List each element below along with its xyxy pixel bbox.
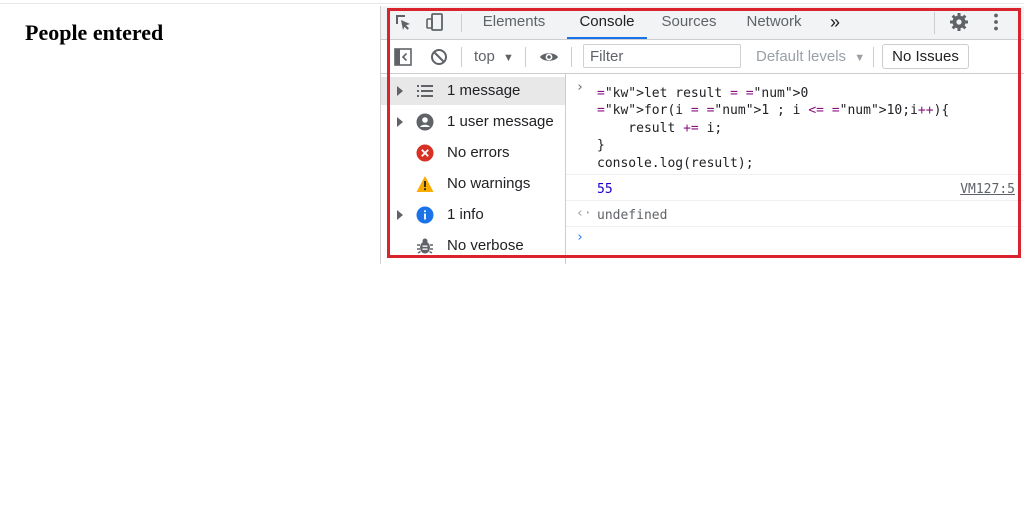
filter-input[interactable]	[583, 44, 741, 68]
error-icon	[416, 144, 434, 162]
dropdown-arrow-icon: ▼	[854, 52, 866, 64]
more-tabs-button[interactable]: »	[825, 6, 845, 39]
toolbar-divider	[461, 14, 462, 32]
sidebar-item-label: No warnings	[447, 175, 531, 192]
sidebar-item-messages[interactable]: 1 message	[381, 77, 565, 105]
tab-network[interactable]: Network	[741, 6, 807, 39]
toolbar-divider	[525, 47, 526, 67]
live-expression-eye-icon[interactable]	[539, 47, 559, 67]
code-line: ="kw">for(i = ="num">1 ; i <= ="num">10;…	[597, 103, 950, 118]
sidebar-item-label: 1 info	[447, 206, 484, 223]
sidebar-item-user-messages[interactable]: 1 user message	[381, 108, 565, 136]
console-input-entry: › ="kw">let result = ="num">0 ="kw">for(…	[566, 80, 1024, 172]
log-divider	[566, 174, 1024, 175]
sidebar-item-errors[interactable]: No errors	[381, 139, 565, 167]
toolbar-divider	[461, 47, 462, 67]
warning-icon	[416, 176, 434, 192]
devtools-panel: Elements Console Sources Network » top ▼…	[380, 6, 1024, 264]
context-select-label: top	[474, 48, 495, 65]
sidebar-item-label: No verbose	[447, 237, 524, 254]
code-line: result += i;	[597, 121, 723, 136]
code-line: }	[597, 138, 605, 153]
log-divider	[566, 200, 1024, 201]
console-toolbar: top ▼ Default levels ▼ No Issues	[381, 40, 1024, 74]
list-icon	[417, 85, 433, 97]
user-icon	[416, 113, 434, 131]
toolbar-divider	[934, 12, 935, 34]
sidebar-item-verbose[interactable]: No verbose	[381, 232, 565, 260]
info-icon	[416, 206, 434, 224]
input-chevron-icon: ›	[576, 80, 584, 95]
page-title: People entered	[25, 20, 164, 45]
tab-elements[interactable]: Elements	[477, 6, 551, 39]
sidebar-item-info[interactable]: 1 info	[381, 201, 565, 229]
return-value: undefined	[597, 208, 668, 223]
source-link[interactable]: VM127:5	[960, 182, 1015, 197]
settings-gear-icon[interactable]	[949, 12, 969, 32]
context-select[interactable]: top ▼	[474, 46, 514, 68]
page-top-border	[0, 3, 1024, 4]
code-line: ="kw">let result = ="num">0	[597, 86, 809, 101]
sidebar-item-warnings[interactable]: No warnings	[381, 170, 565, 198]
tab-console[interactable]: Console	[567, 6, 647, 39]
expand-arrow-icon	[397, 117, 403, 127]
sidebar-item-label: 1 message	[447, 82, 521, 99]
console-log: › ="kw">let result = ="num">0 ="kw">for(…	[566, 74, 1024, 264]
toolbar-divider	[571, 47, 572, 67]
expand-arrow-icon	[397, 86, 403, 96]
dropdown-arrow-icon: ▼	[503, 52, 514, 64]
code-line: console.log(result);	[597, 156, 754, 171]
console-sidebar: 1 message 1 user message No errors No wa…	[381, 74, 566, 264]
issues-button[interactable]: No Issues	[882, 44, 969, 69]
sidebar-item-label: No errors	[447, 144, 510, 161]
sidebar-toggle-icon[interactable]	[393, 47, 413, 67]
prompt-chevron-icon: ›	[576, 230, 584, 245]
tab-sources[interactable]: Sources	[657, 6, 721, 39]
expand-arrow-icon	[397, 210, 403, 220]
devtools-tabbar: Elements Console Sources Network »	[381, 6, 1024, 40]
return-arrow-icon: ‹·	[576, 206, 592, 221]
sidebar-item-label: 1 user message	[447, 113, 554, 130]
toolbar-divider	[873, 47, 874, 67]
log-levels-dropdown[interactable]: Default levels ▼	[756, 46, 865, 68]
device-toolbar-icon[interactable]	[425, 12, 445, 32]
console-return-entry: ‹· undefined	[566, 202, 1024, 226]
log-output-value: 55	[597, 182, 613, 197]
clear-console-icon[interactable]	[429, 47, 449, 67]
log-divider	[566, 226, 1024, 227]
console-prompt[interactable]: ›	[566, 228, 1024, 252]
more-options-icon[interactable]	[986, 12, 1006, 32]
log-levels-label: Default levels	[756, 48, 847, 65]
inspect-element-icon[interactable]	[393, 12, 413, 32]
console-output-entry: 55 VM127:5	[566, 176, 1024, 200]
bug-icon	[417, 238, 433, 254]
